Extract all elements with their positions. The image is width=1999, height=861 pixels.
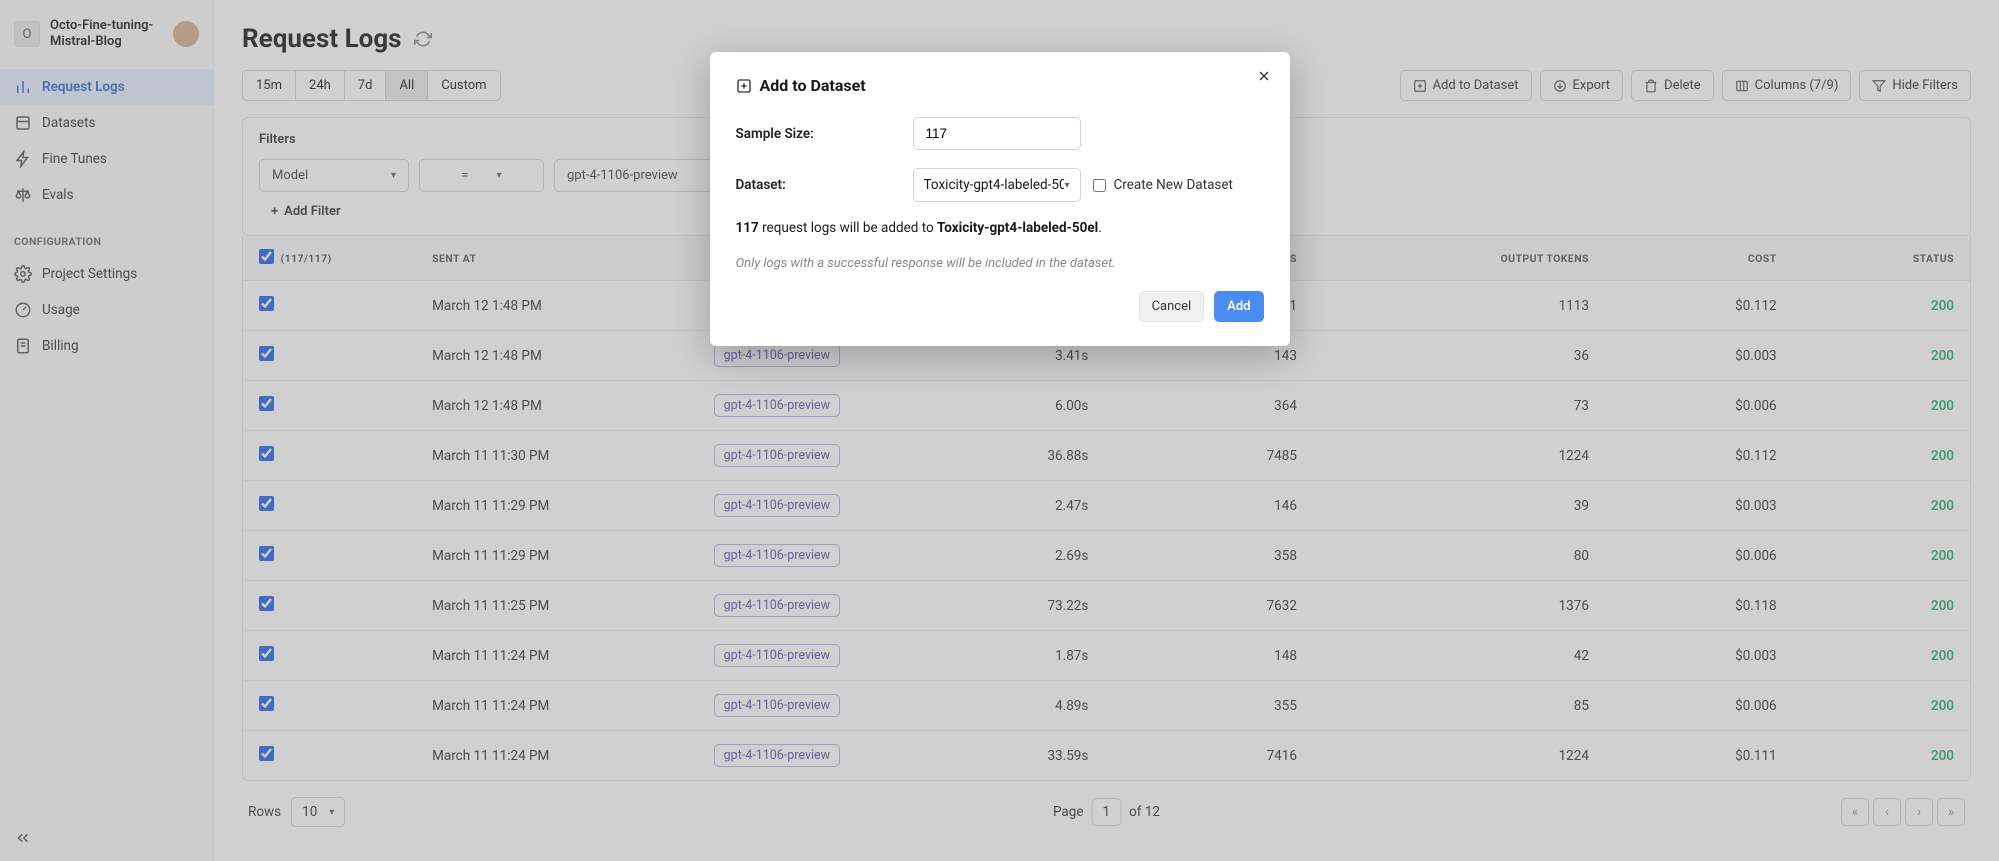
modal-overlay[interactable]: Add to Dataset Sample Size: Dataset: Tox… (0, 0, 1999, 861)
plus-square-icon (736, 78, 752, 94)
dataset-label: Dataset: (736, 177, 901, 193)
sample-size-label: Sample Size: (736, 126, 901, 142)
modal-title-text: Add to Dataset (760, 76, 866, 95)
add-button[interactable]: Add (1214, 291, 1263, 322)
cancel-button[interactable]: Cancel (1139, 291, 1205, 322)
modal-summary: 117 request logs will be added to Toxici… (736, 220, 1264, 236)
chevron-down-icon: ▾ (1064, 180, 1069, 191)
dataset-select[interactable]: Toxicity-gpt4-labeled-50el ▾ (913, 168, 1081, 202)
sample-size-input[interactable] (913, 117, 1081, 150)
close-button[interactable] (1256, 68, 1272, 88)
close-icon (1256, 68, 1272, 84)
button-label: Add (1227, 299, 1250, 314)
button-label: Cancel (1152, 299, 1192, 314)
dataset-value: Toxicity-gpt4-labeled-50el (924, 177, 1065, 193)
modal-note: Only logs with a successful response wil… (736, 256, 1264, 271)
create-new-dataset-checkbox[interactable]: Create New Dataset (1093, 177, 1233, 193)
checkbox-label: Create New Dataset (1114, 177, 1233, 193)
create-new-checkbox[interactable] (1093, 179, 1106, 192)
add-to-dataset-modal: Add to Dataset Sample Size: Dataset: Tox… (710, 52, 1290, 346)
